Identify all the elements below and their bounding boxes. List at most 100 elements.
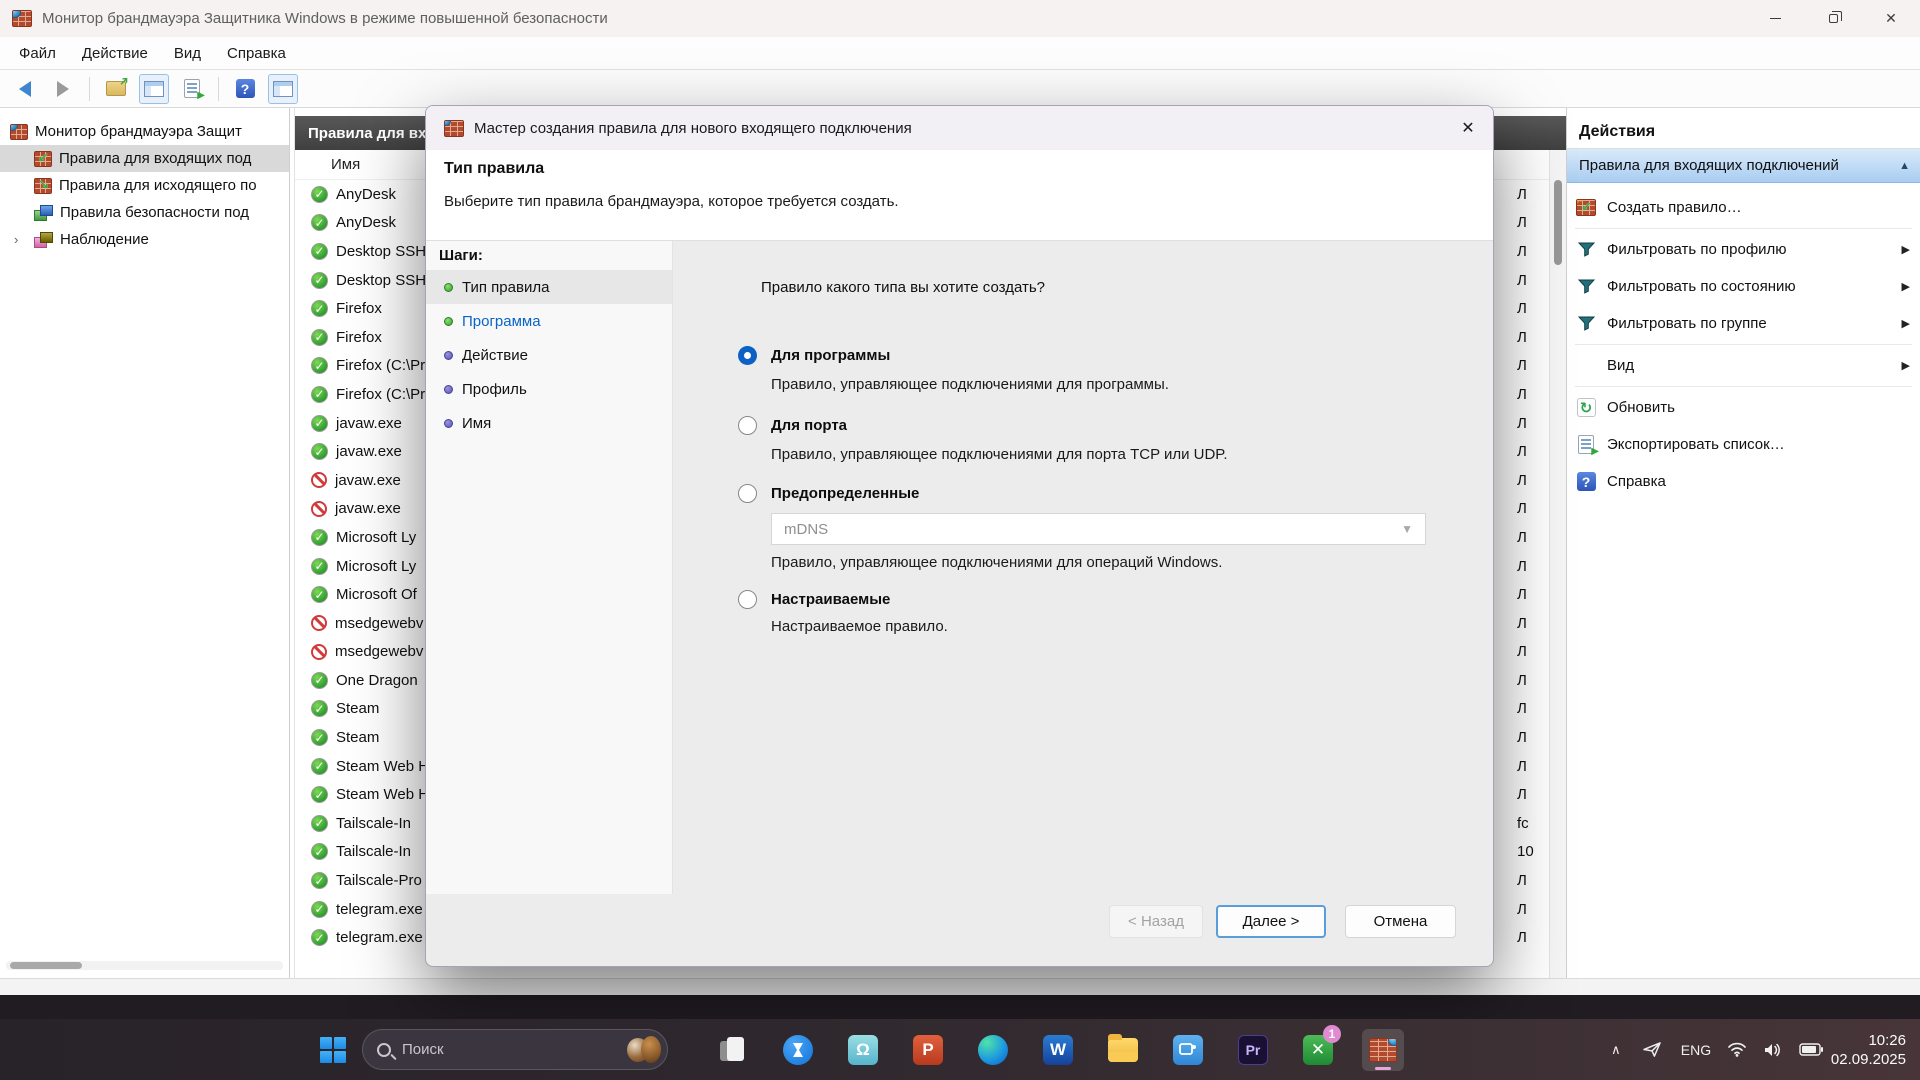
wizard-step[interactable]: Имя xyxy=(426,406,672,440)
tree-node-security-rules[interactable]: Правила безопасности под xyxy=(0,199,289,226)
tree-node-monitoring[interactable]: › Наблюдение xyxy=(0,226,289,253)
dialog-close-button[interactable]: ✕ xyxy=(1443,106,1493,150)
taskbar-app-word[interactable]: W xyxy=(1037,1029,1079,1071)
taskbar-app-powerpoint[interactable]: P xyxy=(907,1029,949,1071)
tree-node-label: Правила безопасности под xyxy=(60,204,249,221)
taskbar-app-screencast[interactable] xyxy=(1167,1029,1209,1071)
radio-port[interactable] xyxy=(738,416,757,435)
wizard-step[interactable]: Действие xyxy=(426,338,672,372)
battery-icon[interactable] xyxy=(1791,1043,1831,1056)
menu-view[interactable]: Вид xyxy=(161,37,214,69)
action-item[interactable]: Фильтровать по состоянию ▶ xyxy=(1567,268,1920,305)
taskbar-app-xbox[interactable]: ✕ 1 xyxy=(1297,1029,1339,1071)
taskbar-app-premiere[interactable]: Pr xyxy=(1232,1029,1274,1071)
windows-logo-icon xyxy=(320,1037,346,1063)
expand-chevron-icon[interactable]: › xyxy=(14,232,18,247)
tree-root-node[interactable]: Монитор брандмауэра Защит xyxy=(0,118,289,145)
radio-predefined[interactable] xyxy=(738,484,757,503)
rule-name: Microsoft Ly xyxy=(336,529,416,546)
export-list-icon xyxy=(184,79,200,98)
close-button[interactable]: ✕ xyxy=(1862,0,1920,37)
taskbar-app-explorer[interactable] xyxy=(1102,1029,1144,1071)
option-desc: Правило, управляющее подключениями для п… xyxy=(771,376,1453,393)
wizard-step[interactable]: Программа xyxy=(426,304,672,338)
scrollbar-thumb[interactable] xyxy=(1554,180,1562,265)
open-button[interactable] xyxy=(101,74,131,104)
option-predefined[interactable]: Предопределенные xyxy=(738,484,1453,503)
action-item[interactable]: Фильтровать по профилю ▶ xyxy=(1567,231,1920,268)
wizard-step[interactable]: Профиль xyxy=(426,372,672,406)
taskbar-app-hourglass[interactable] xyxy=(777,1029,819,1071)
action-item[interactable]: ? Справка xyxy=(1567,463,1920,500)
volume-icon[interactable] xyxy=(1755,1042,1791,1058)
taskbar-clock[interactable]: 10:26 02.09.2025 xyxy=(1831,1031,1906,1069)
predefined-rule-combobox[interactable]: mDNS ▼ xyxy=(771,513,1426,545)
option-port[interactable]: Для порта xyxy=(738,416,1453,435)
action-item[interactable]: Фильтровать по группе ▶ xyxy=(1567,305,1920,342)
edge-icon xyxy=(978,1035,1008,1065)
actions-context-header[interactable]: Правила для входящих подключений ▲ xyxy=(1567,149,1920,183)
cancel-wizard-button[interactable]: Отмена xyxy=(1345,905,1456,938)
minimize-button[interactable] xyxy=(1746,0,1804,37)
action-item[interactable]: Экспортировать список… xyxy=(1567,426,1920,463)
submenu-arrow-icon: ▶ xyxy=(1902,280,1910,293)
action-item[interactable]: ↻ Обновить xyxy=(1567,389,1920,426)
option-program[interactable]: Для программы xyxy=(738,346,1453,365)
telegram-tray-icon[interactable] xyxy=(1633,1041,1673,1058)
tree-node-label: Правила для входящих под xyxy=(59,150,251,167)
back-wizard-button[interactable]: < Назад xyxy=(1109,905,1203,938)
tree-node-inbound-rules[interactable]: ↙ Правила для входящих под xyxy=(0,145,289,172)
radio-custom[interactable] xyxy=(738,590,757,609)
taskbar-app-omega[interactable]: Ω xyxy=(842,1029,884,1071)
rule-name: Microsoft Ly xyxy=(336,558,416,575)
action-item[interactable]: ✶↙ Создать правило… xyxy=(1567,189,1920,226)
help-button[interactable]: ? xyxy=(230,74,260,104)
search-daily-image[interactable] xyxy=(627,1035,661,1065)
step-label: Программа xyxy=(462,313,541,330)
scrollbar-thumb[interactable] xyxy=(10,962,82,969)
rules-vertical-scrollbar[interactable] xyxy=(1549,150,1566,978)
taskbar-app-firewall[interactable] xyxy=(1362,1029,1404,1071)
monitoring-icon xyxy=(34,232,53,248)
back-button[interactable] xyxy=(10,74,40,104)
radio-program[interactable] xyxy=(738,346,757,365)
tree-node-outbound-rules[interactable]: ↘ Правила для исходящего по xyxy=(0,172,289,199)
wifi-icon[interactable] xyxy=(1719,1042,1755,1057)
rule-status-icon: ✓ xyxy=(311,758,328,775)
rule-status-icon xyxy=(311,644,327,660)
console-window-icon xyxy=(144,81,164,97)
action-label: Фильтровать по состоянию xyxy=(1607,278,1796,295)
forward-arrow-icon xyxy=(57,81,69,97)
menu-file[interactable]: Файл xyxy=(6,37,69,69)
dialog-title: Мастер создания правила для нового входя… xyxy=(474,120,912,137)
language-indicator[interactable]: ENG xyxy=(1673,1042,1719,1058)
tray-overflow-chevron[interactable]: ∧ xyxy=(1599,1042,1633,1058)
option-desc: Правило, управляющее подключениями для о… xyxy=(771,554,1453,571)
export-list-button[interactable] xyxy=(177,74,207,104)
next-wizard-button[interactable]: Далее > xyxy=(1216,905,1326,938)
show-action-pane-button[interactable] xyxy=(268,74,298,104)
menu-action[interactable]: Действие xyxy=(69,37,161,69)
restore-button[interactable] xyxy=(1804,0,1862,37)
option-label: Предопределенные xyxy=(771,485,919,502)
taskbar-app-edge[interactable] xyxy=(972,1029,1014,1071)
search-icon xyxy=(377,1043,391,1057)
show-console-tree-button[interactable] xyxy=(139,74,169,104)
action-item[interactable]: Вид ▶ xyxy=(1567,347,1920,384)
taskbar-search[interactable]: Поиск xyxy=(362,1029,668,1070)
option-label: Для порта xyxy=(771,417,847,434)
wizard-step[interactable]: Тип правила xyxy=(426,270,672,304)
option-custom[interactable]: Настраиваемые xyxy=(738,590,1453,609)
firewall-taskbar-icon xyxy=(1369,1038,1397,1062)
chevron-down-icon: ▼ xyxy=(1401,522,1413,536)
step-bullet-icon xyxy=(444,283,453,292)
start-button[interactable] xyxy=(312,1029,354,1071)
forward-button[interactable] xyxy=(48,74,78,104)
rule-name: Firefox (C:\Pr xyxy=(336,386,425,403)
rule-name: One Dragon xyxy=(336,672,418,689)
collapse-caret-icon[interactable]: ▲ xyxy=(1899,160,1910,172)
window-stack-icon xyxy=(720,1037,746,1063)
tree-horizontal-scrollbar[interactable] xyxy=(6,961,283,970)
taskbar-app-window-stack[interactable] xyxy=(712,1029,754,1071)
menu-help[interactable]: Справка xyxy=(214,37,299,69)
